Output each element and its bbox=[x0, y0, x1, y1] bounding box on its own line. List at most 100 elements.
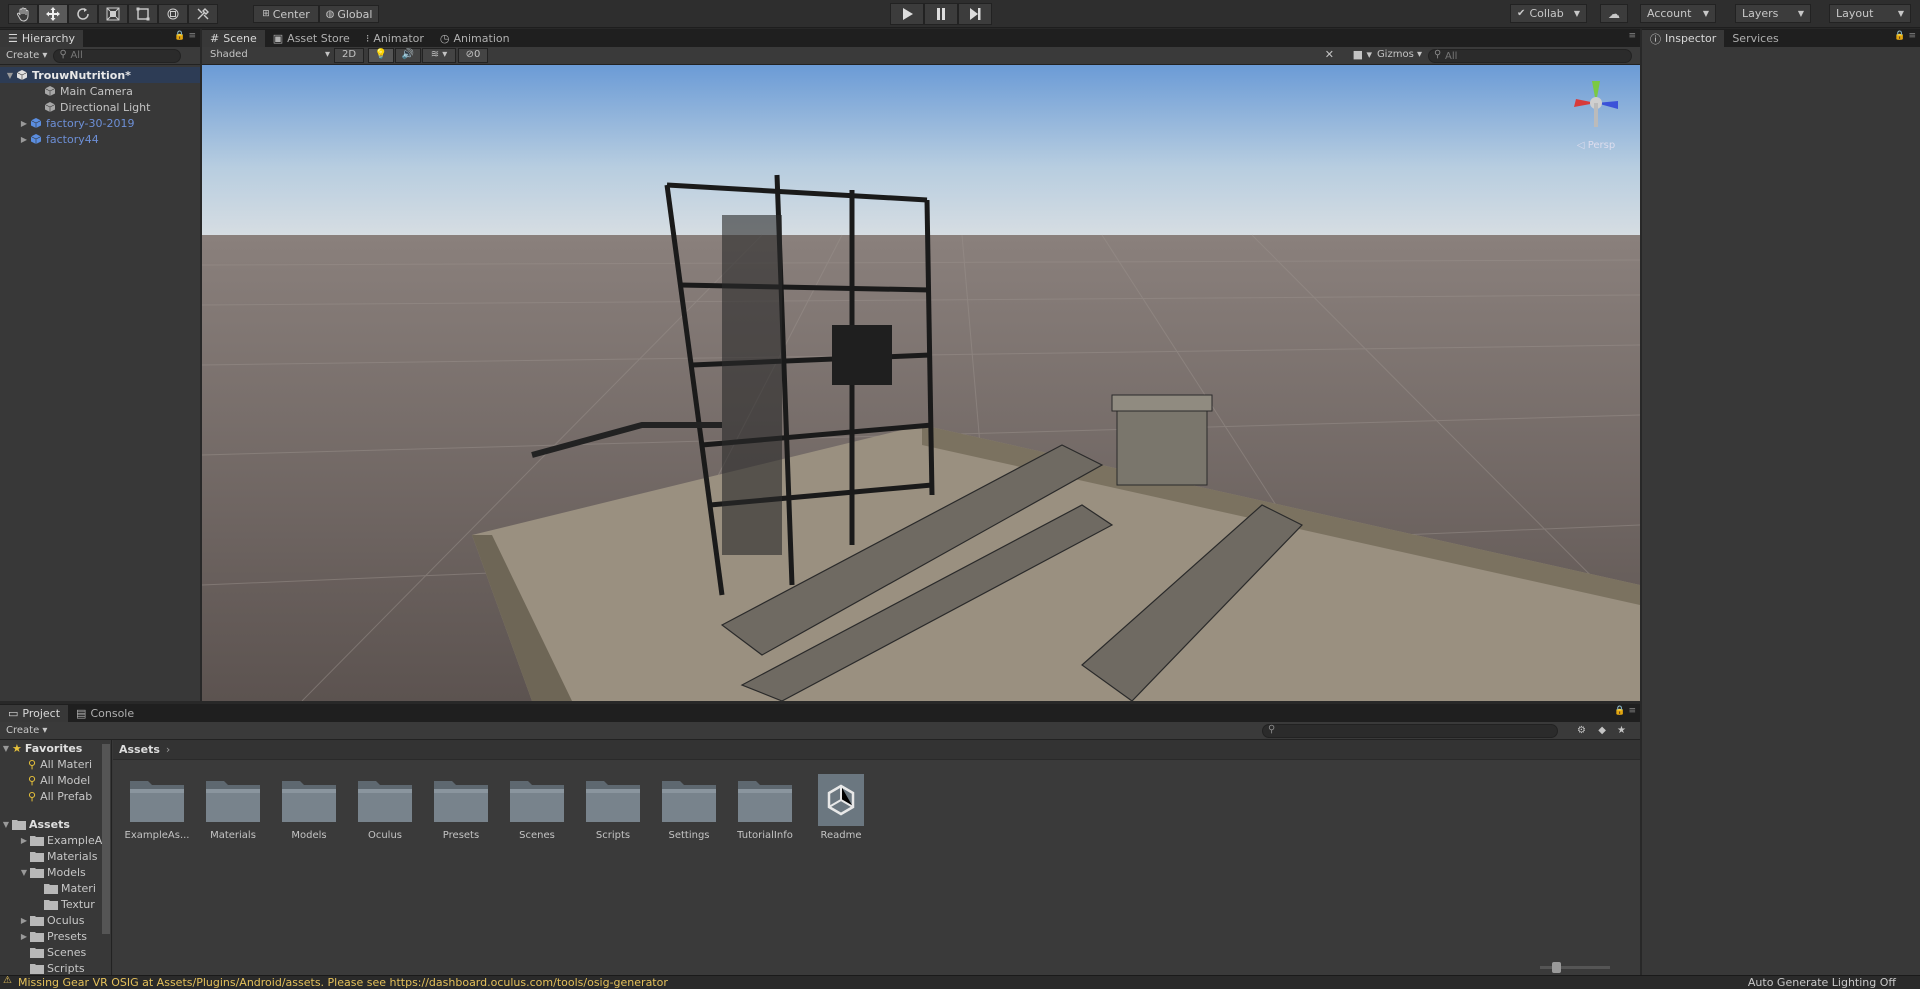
asset-folder[interactable]: Scripts bbox=[585, 774, 641, 841]
cloud-button[interactable]: ☁ bbox=[1600, 4, 1628, 23]
hierarchy-item[interactable]: ▶ factory-30-2019 bbox=[0, 115, 200, 131]
tab-animation[interactable]: ◷ Animation bbox=[432, 30, 518, 47]
scene-viewport[interactable]: ◁ Persp bbox=[202, 65, 1640, 701]
rotate-tool-button[interactable] bbox=[68, 4, 98, 24]
layers-dropdown[interactable]: Layers ▼ bbox=[1735, 4, 1811, 23]
tab-inspector[interactable]: ⓘ Inspector bbox=[1642, 30, 1725, 47]
rect-tool-button[interactable] bbox=[128, 4, 158, 24]
pivot-mode-button[interactable]: ⊞ Center bbox=[253, 5, 319, 23]
custom-tool-icon bbox=[197, 8, 209, 20]
asset-readme[interactable]: Readme bbox=[813, 774, 869, 841]
tab-hierarchy[interactable]: ☰ Hierarchy bbox=[0, 30, 84, 47]
folder-icon bbox=[30, 851, 44, 862]
pause-button[interactable] bbox=[924, 3, 958, 25]
gizmos-dropdown[interactable]: Gizmos ▾ bbox=[1377, 49, 1422, 60]
shading-mode-dropdown[interactable]: Shaded ▾ bbox=[210, 49, 330, 60]
scene-tools-icon[interactable]: ✕ bbox=[1325, 48, 1334, 61]
status-warning-message[interactable]: Missing Gear VR OSIG at Assets/Plugins/A… bbox=[0, 976, 1748, 989]
scene-search-input[interactable]: All bbox=[1428, 49, 1632, 63]
hierarchy-item[interactable]: Main Camera bbox=[0, 83, 200, 99]
move-tool-button[interactable] bbox=[38, 4, 68, 24]
collab-button[interactable]: ✔ Collab ▼ bbox=[1510, 4, 1587, 23]
assets-tree-list: ▶ ExampleA Materials ▼ Models Materi Textur ▶ Oc… bbox=[0, 832, 111, 975]
layout-dropdown[interactable]: Layout ▼ bbox=[1829, 4, 1911, 23]
zoom-slider[interactable] bbox=[1540, 962, 1610, 973]
asset-folder[interactable]: TutorialInfo bbox=[737, 774, 793, 841]
panel-menu-icon[interactable]: 🔒 ≡ bbox=[174, 31, 196, 41]
asset-folder[interactable]: Scenes bbox=[509, 774, 565, 841]
hierarchy-create-button[interactable]: Create ▾ bbox=[6, 50, 47, 61]
chevron-right-icon[interactable]: ▶ bbox=[18, 119, 30, 128]
hierarchy-item[interactable]: ▶ factory44 bbox=[0, 131, 200, 147]
folder-icon bbox=[12, 819, 26, 830]
account-dropdown[interactable]: Account ▼ bbox=[1640, 4, 1716, 23]
assets-tree-item[interactable]: Materials bbox=[0, 848, 111, 864]
hidden-objects-toggle[interactable]: ⊘0 bbox=[458, 48, 488, 63]
favorites-header[interactable]: ▼ ★ Favorites bbox=[0, 740, 111, 756]
tab-services[interactable]: Services bbox=[1724, 30, 1786, 47]
filter-type-icon[interactable]: ⚙ bbox=[1577, 725, 1586, 736]
favorite-item[interactable]: ⚲ All Materi bbox=[0, 756, 111, 772]
play-button[interactable] bbox=[890, 3, 924, 25]
hierarchy-item[interactable]: Directional Light bbox=[0, 99, 200, 115]
scene-render[interactable] bbox=[202, 65, 1640, 701]
assets-header[interactable]: ▼ Assets bbox=[0, 816, 111, 832]
orientation-gizmo[interactable]: ◁ Persp bbox=[1566, 73, 1626, 153]
tab-animator[interactable]: ⁝ Animator bbox=[358, 30, 432, 47]
assets-tree-item[interactable]: Scripts bbox=[0, 960, 111, 975]
pivot-space-button[interactable]: ◍ Global bbox=[319, 5, 379, 23]
panel-menu-icon[interactable]: 🔒 ≡ bbox=[1894, 31, 1916, 41]
custom-tool-button[interactable] bbox=[188, 4, 218, 24]
hierarchy-scene-row[interactable]: ▼ TrouwNutrition* bbox=[0, 67, 200, 83]
assets-tree-item[interactable]: ▶ ExampleA bbox=[0, 832, 111, 848]
step-button[interactable] bbox=[958, 3, 992, 25]
filter-label-icon[interactable]: ◆ bbox=[1598, 725, 1606, 736]
scene-tabbar: # Scene ▣ Asset Store ⁝ Animator ◷ Anima… bbox=[202, 29, 1640, 47]
asset-folder[interactable]: Presets bbox=[433, 774, 489, 841]
assets-tree-item[interactable]: Textur bbox=[0, 896, 111, 912]
chevron-right-icon[interactable]: ▶ bbox=[18, 916, 30, 925]
zoom-slider-handle[interactable] bbox=[1552, 962, 1561, 973]
star-icon[interactable]: ★ bbox=[1617, 725, 1626, 736]
tab-console[interactable]: ▤ Console bbox=[68, 705, 142, 722]
favorite-item[interactable]: ⚲ All Model bbox=[0, 772, 111, 788]
asset-folder[interactable]: ExampleAs... bbox=[125, 774, 190, 841]
transform-tool-button[interactable] bbox=[158, 4, 188, 24]
project-search-input[interactable] bbox=[1262, 723, 1558, 738]
hierarchy-search-input[interactable]: All bbox=[53, 48, 182, 63]
chevron-right-icon[interactable]: ▶ bbox=[18, 932, 30, 941]
tab-asset-store[interactable]: ▣ Asset Store bbox=[265, 30, 358, 47]
scale-tool-button[interactable] bbox=[98, 4, 128, 24]
project-tree-scrollbar[interactable] bbox=[102, 744, 110, 934]
list-icon: ☰ bbox=[8, 32, 18, 45]
panel-menu-icon[interactable]: ≡ bbox=[1628, 31, 1636, 41]
chevron-right-icon[interactable]: ▶ bbox=[18, 135, 30, 144]
chevron-down-icon: ▼ bbox=[1897, 9, 1904, 18]
camera-icon[interactable]: ■ ▾ bbox=[1353, 48, 1372, 61]
asset-folder[interactable]: Settings bbox=[661, 774, 717, 841]
chevron-right-icon[interactable]: ▶ bbox=[18, 836, 30, 845]
effects-toggle[interactable]: ≋ ▾ bbox=[422, 48, 456, 63]
breadcrumb-assets[interactable]: Assets bbox=[119, 743, 160, 756]
tab-scene[interactable]: # Scene bbox=[202, 30, 265, 47]
assets-tree-item[interactable]: ▼ Models bbox=[0, 864, 111, 880]
chevron-down-icon[interactable]: ▼ bbox=[18, 868, 30, 877]
tab-project[interactable]: ▭ Project bbox=[0, 705, 69, 722]
assets-tree-item[interactable]: ▶ Presets bbox=[0, 928, 111, 944]
chevron-down-icon[interactable]: ▼ bbox=[4, 71, 16, 80]
2d-toggle[interactable]: 2D bbox=[334, 48, 364, 63]
asset-folder[interactable]: Models bbox=[281, 774, 337, 841]
project-create-button[interactable]: Create ▾ bbox=[6, 725, 47, 736]
audio-toggle[interactable]: 🔊 bbox=[395, 48, 421, 63]
hand-tool-button[interactable] bbox=[8, 4, 38, 24]
persp-label[interactable]: ◁ Persp bbox=[1566, 140, 1626, 151]
assets-tree-item[interactable]: ▶ Oculus bbox=[0, 912, 111, 928]
assets-tree-item[interactable]: Scenes bbox=[0, 944, 111, 960]
lighting-status[interactable]: Auto Generate Lighting Off bbox=[1748, 976, 1920, 989]
favorite-item[interactable]: ⚲ All Prefab bbox=[0, 788, 111, 804]
asset-folder[interactable]: Materials bbox=[205, 774, 261, 841]
lighting-toggle[interactable]: 💡 bbox=[368, 48, 394, 63]
asset-folder[interactable]: Oculus bbox=[357, 774, 413, 841]
assets-tree-item[interactable]: Materi bbox=[0, 880, 111, 896]
panel-menu-icon[interactable]: 🔒 ≡ bbox=[1614, 706, 1636, 716]
